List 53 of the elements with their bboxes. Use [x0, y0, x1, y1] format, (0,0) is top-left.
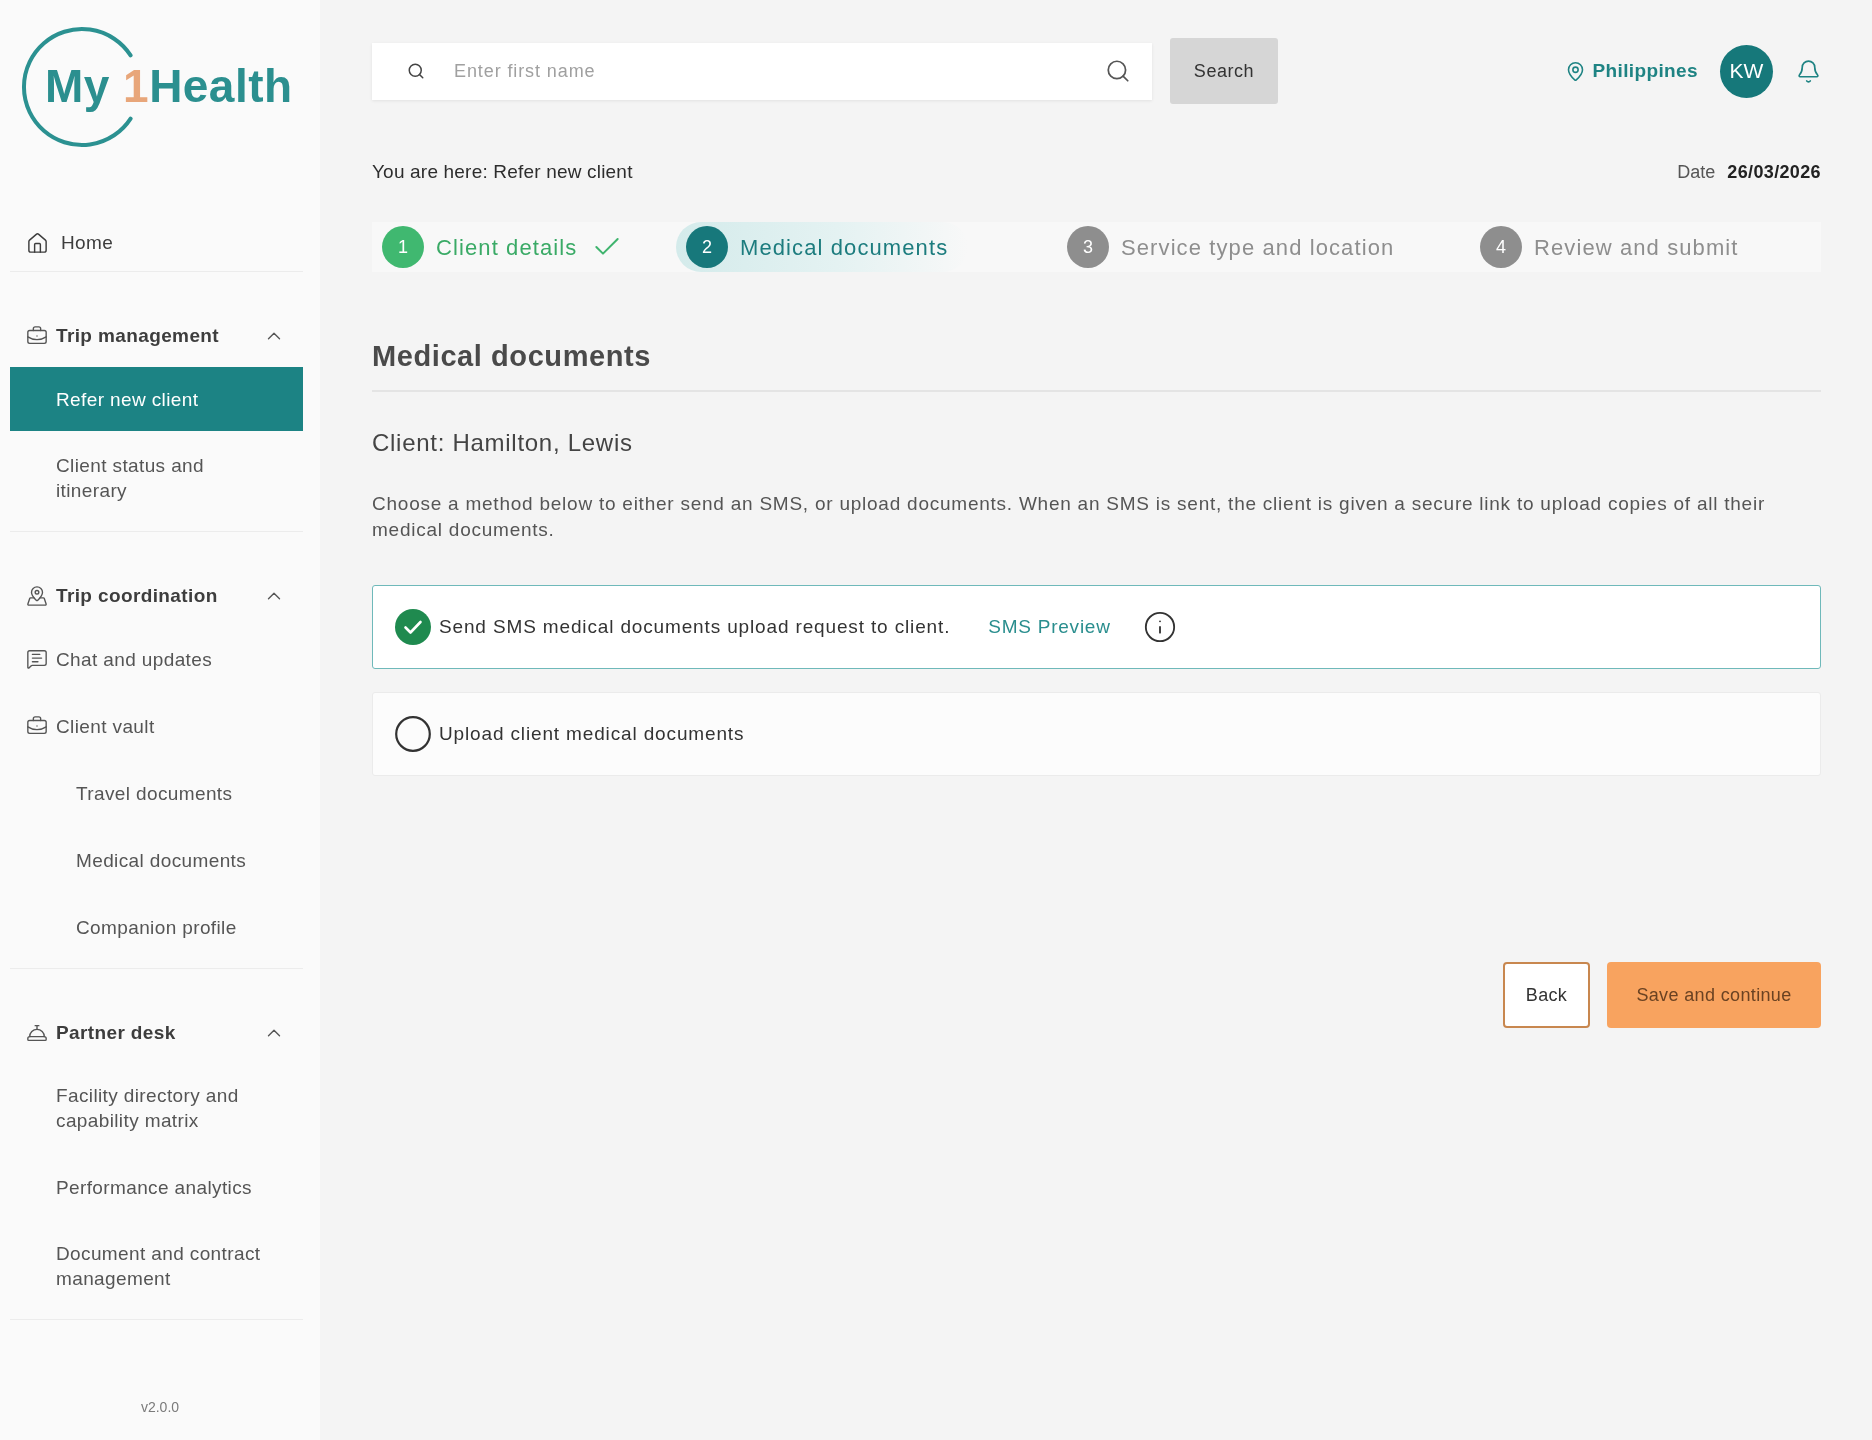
step-label: Client details — [436, 233, 578, 262]
briefcase-icon — [26, 715, 48, 737]
sidebar-subitem[interactable]: Companion profile — [10, 895, 303, 959]
search-field[interactable]: Enter first name — [372, 42, 1152, 100]
client-name: Client: Hamilton, Lewis — [372, 430, 634, 456]
search-button[interactable]: Search — [1170, 38, 1278, 104]
map-pin-icon — [26, 585, 48, 607]
info-icon[interactable] — [1142, 610, 1177, 644]
section-header[interactable]: Partner desk — [10, 1009, 303, 1057]
sidebar-item[interactable]: Client status and itinerary — [10, 434, 303, 522]
option-label: Send SMS medical documents upload request to client. — [439, 614, 951, 639]
step-label: Medical documents — [740, 233, 949, 262]
step-label: Service type and location — [1121, 233, 1395, 262]
instructions-text: Choose a method below to either send an SMS, or upload documents. When an SMS is sent, the client is given a secure link to upload copies of all their medical documents. — [372, 492, 1766, 542]
breadcrumb: You are here: Refer new client — [372, 159, 633, 184]
bell-icon[interactable] — [1796, 58, 1821, 84]
sidebar-subitem[interactable]: Travel documents — [10, 761, 303, 825]
page-heading: Medical documents — [372, 339, 652, 374]
briefcase-icon — [26, 325, 48, 347]
sidebar-item[interactable]: Refer new client — [10, 367, 303, 431]
sms-preview-link[interactable]: SMS Preview — [988, 612, 1111, 642]
back-button[interactable]: Back — [1503, 962, 1590, 1028]
step-number: 3 — [1067, 226, 1109, 268]
sidebar-item[interactable]: Home — [10, 221, 124, 266]
checked-radio-icon[interactable] — [395, 609, 431, 645]
search-icon[interactable] — [1105, 58, 1131, 84]
search-icon — [407, 62, 425, 80]
radio-icon[interactable] — [395, 716, 431, 752]
concierge-bell-icon — [26, 1022, 48, 1044]
home-icon — [26, 232, 49, 255]
sidebar-item[interactable]: Document and contract management — [10, 1222, 303, 1310]
option-card[interactable]: Send SMS medical documents upload request to client. SMS Preview — [372, 585, 1821, 669]
step-number: 1 — [382, 226, 424, 268]
avatar[interactable]: KW — [1720, 44, 1773, 98]
sidebar-item[interactable]: Chat and updates — [10, 627, 303, 691]
option-label: Upload client medical documents — [439, 721, 745, 746]
step-label: Review and submit — [1534, 233, 1739, 262]
section-header[interactable]: Trip management — [10, 312, 303, 360]
date-label: Date — [1677, 160, 1716, 184]
sidebar-item[interactable]: Performance analytics — [10, 1155, 303, 1219]
sidebar-item[interactable]: Client vault — [10, 694, 303, 758]
option-card[interactable]: Upload client medical documents — [372, 692, 1821, 776]
step-number: 4 — [1480, 226, 1522, 268]
sidebar-item[interactable]: Facility directory and capability matrix — [10, 1064, 303, 1152]
step-number: 2 — [686, 226, 728, 268]
date-value: 26/03/2026 — [1727, 160, 1821, 184]
chat-icon — [26, 648, 48, 670]
sidebar-subitem[interactable]: Medical documents — [10, 828, 303, 892]
section-header[interactable]: Trip coordination — [10, 572, 303, 620]
save-continue-button[interactable]: Save and continue — [1607, 962, 1821, 1028]
version-label: v2.0.0 — [140, 1398, 180, 1417]
location-button[interactable]: Philippines — [1565, 56, 1698, 86]
search-input[interactable]: Enter first name — [454, 51, 1105, 91]
